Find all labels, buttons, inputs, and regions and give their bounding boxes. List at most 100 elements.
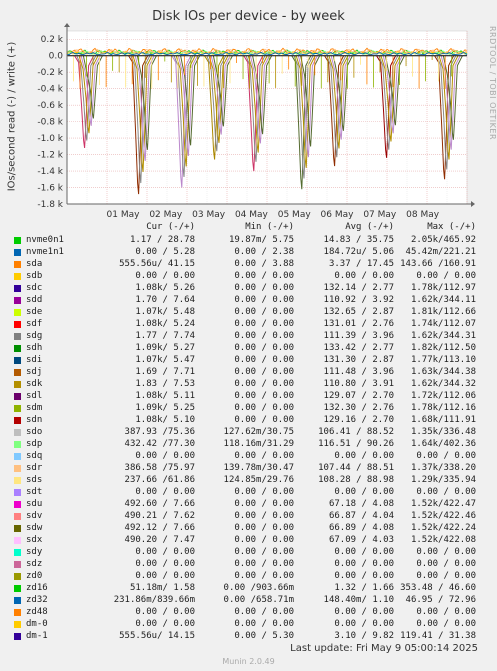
x-tick-label: 07 May <box>363 210 397 220</box>
legend-cur: 0.00 / 0.00 <box>135 559 195 569</box>
y-tick-label: -1.0 k <box>37 134 63 144</box>
legend-min: 0.00 / 0.00 <box>234 271 294 281</box>
legend-swatch <box>14 573 21 580</box>
legend-min: 0.00 / 0.00 <box>234 379 294 389</box>
legend-min: 0.00 / 0.00 <box>234 535 294 545</box>
legend-swatch <box>14 441 21 448</box>
legend-name: sdg <box>26 331 43 341</box>
legend-name: dm-1 <box>26 631 48 641</box>
legend-name: zd32 <box>26 595 48 605</box>
legend-max: 1.78k/112.16 <box>410 403 476 413</box>
legend-cur: 0.00 / 0.00 <box>135 271 195 281</box>
legend-cur: 386.58 /75.97 <box>124 463 195 473</box>
x-tick-label: 05 May <box>278 210 312 220</box>
legend-cur: 0.00 / 0.00 <box>135 487 195 497</box>
legend-min: 0.00 /658.71m <box>223 595 294 605</box>
legend-name: sdz <box>26 559 43 569</box>
legend-min: 0.00 / 0.00 <box>234 343 294 353</box>
legend-swatch <box>14 261 21 268</box>
legend-cur: 1.09k/ 5.25 <box>135 403 195 413</box>
legend-min: 0.00 / 0.00 <box>234 607 294 617</box>
legend-name: sdm <box>26 403 43 413</box>
legend-cur: 0.00 / 0.00 <box>135 607 195 617</box>
legend-name: sdn <box>26 415 43 425</box>
legend-min: 0.00 / 0.00 <box>234 619 294 629</box>
legend-cur: 1.08k/ 5.11 <box>135 391 195 401</box>
legend-swatch <box>14 465 21 472</box>
legend-swatch <box>14 285 21 292</box>
legend-min: 0.00 / 0.00 <box>234 367 294 377</box>
legend-swatch <box>14 609 21 616</box>
legend-min: 0.00 / 3.88 <box>234 259 294 269</box>
legend-max: 1.62k/344.31 <box>410 331 476 341</box>
legend-name: sdl <box>26 391 43 401</box>
legend-swatch <box>14 393 21 400</box>
legend-swatch <box>14 525 21 532</box>
legend-min: 127.62m/30.75 <box>223 427 294 437</box>
legend-min: 0.00 / 0.00 <box>234 499 294 509</box>
legend-min: 0.00 / 0.00 <box>234 547 294 557</box>
legend-name: sdk <box>26 379 43 389</box>
legend-min: 0.00 / 0.00 <box>234 331 294 341</box>
legend-name: nvme0n1 <box>26 235 64 245</box>
legend-swatch <box>14 513 21 520</box>
legend-cur: 51.18m/ 1.58 <box>129 583 195 593</box>
legend-swatch <box>14 357 21 364</box>
legend-swatch <box>14 597 21 604</box>
y-axis-arrow <box>64 23 70 27</box>
legend-max: 0.00 / 0.00 <box>416 559 476 569</box>
legend-max: 1.82k/112.50 <box>410 343 476 353</box>
legend-cur: 492.12 / 7.66 <box>124 523 195 533</box>
legend-swatch <box>14 405 21 412</box>
legend-max: 46.95 / 72.96 <box>405 595 476 605</box>
legend-max: 1.52k/422.46 <box>410 511 476 521</box>
x-axis-arrow <box>471 201 475 207</box>
legend-min: 0.00 / 0.00 <box>234 487 294 497</box>
legend-min: 0.00 / 5.30 <box>234 631 294 641</box>
legend-max: 1.62k/344.32 <box>410 379 476 389</box>
legend-cur: 490.21 / 7.62 <box>124 511 195 521</box>
legend-name: sdv <box>26 511 43 521</box>
legend-swatch <box>14 549 21 556</box>
last-update: Last update: Fri May 9 05:00:14 2025 <box>290 643 478 654</box>
legend-min: 0.00 / 2.38 <box>234 247 294 257</box>
legend-name: sdf <box>26 319 43 329</box>
x-tick-label: 04 May <box>235 210 269 220</box>
legend-min: 0.00 / 0.00 <box>234 319 294 329</box>
legend-max: 1.64k/402.36 <box>410 439 476 449</box>
legend-max: 353.48 / 46.60 <box>400 583 476 593</box>
legend-max: 1.52k/422.08 <box>410 535 476 545</box>
legend-name: sdr <box>26 463 43 473</box>
legend-name: sdq <box>26 451 43 461</box>
legend-name: sdy <box>26 547 43 557</box>
legend-cur: 1.08k/ 5.24 <box>135 319 195 329</box>
legend-max: 45.42m/221.21 <box>405 247 476 257</box>
legend-swatch <box>14 369 21 376</box>
legend-swatch <box>14 489 21 496</box>
legend-min: 0.00 /903.66m <box>223 583 294 593</box>
legend-cur: 1.77 / 7.74 <box>135 331 195 341</box>
legend-max: 0.00 / 0.00 <box>416 271 476 281</box>
legend-name: sds <box>26 475 43 485</box>
legend-cur: 555.56u/ 14.15 <box>119 631 195 641</box>
col-header-min: Min (-/+) <box>245 222 294 232</box>
legend-swatch <box>14 333 21 340</box>
legend-max: 1.81k/112.66 <box>410 307 476 317</box>
x-tick-label: 03 May <box>192 210 226 220</box>
legend-min: 0.00 / 0.00 <box>234 415 294 425</box>
legend-max: 1.74k/112.07 <box>410 319 476 329</box>
legend-name: sdw <box>26 523 43 533</box>
legend-swatch <box>14 561 21 568</box>
legend-min: 0.00 / 0.00 <box>234 391 294 401</box>
legend-max: 0.00 / 0.00 <box>416 487 476 497</box>
y-tick-label: -1.6 k <box>37 184 63 194</box>
legend-swatch <box>14 237 21 244</box>
legend-cur: 1.08k/ 5.26 <box>135 283 195 293</box>
legend-swatch <box>14 453 21 460</box>
x-tick-label: 02 May <box>149 210 183 220</box>
col-header-max: Max (-/+) <box>427 222 476 232</box>
legend-min: 0.00 / 0.00 <box>234 571 294 581</box>
legend-max: 1.52k/422.47 <box>410 499 476 509</box>
legend-min: 0.00 / 0.00 <box>234 283 294 293</box>
legend-name: sdu <box>26 499 43 509</box>
